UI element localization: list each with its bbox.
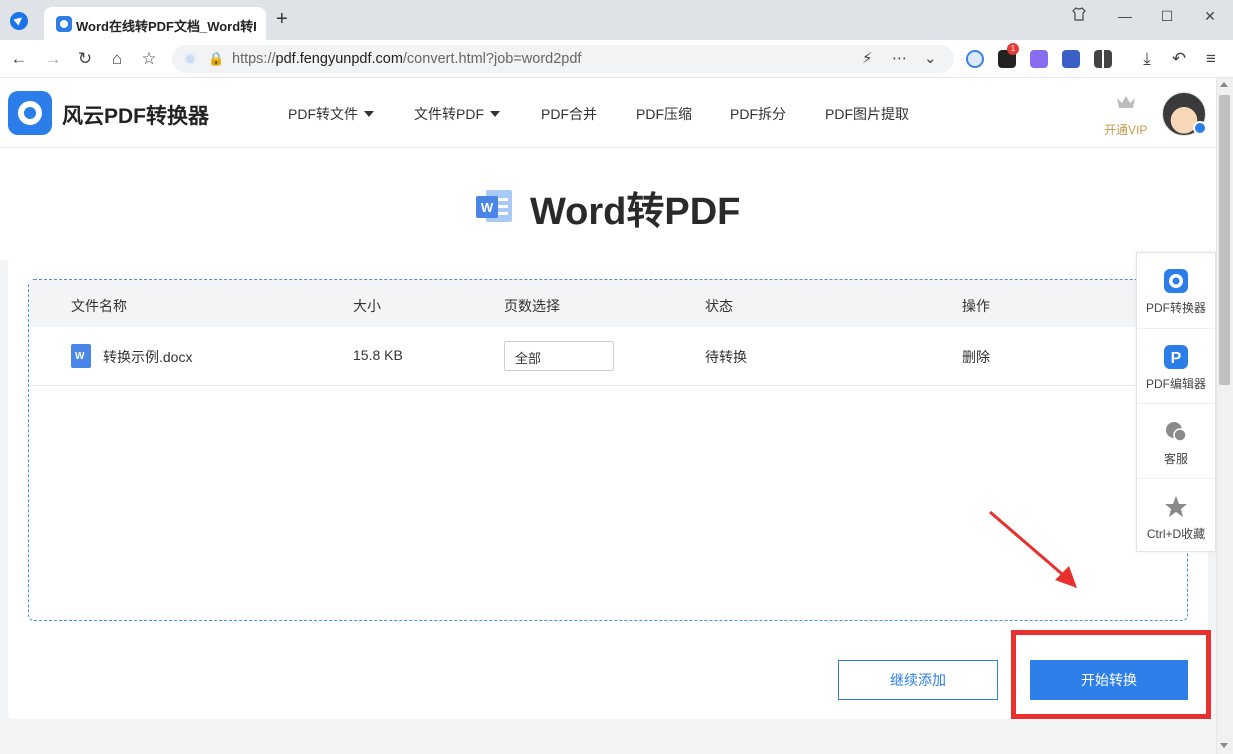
converter-icon [1164, 269, 1188, 293]
side-item-label: Ctrl+D收藏 [1146, 527, 1206, 541]
nav-pdf-split[interactable]: PDF拆分 [730, 104, 786, 124]
back-arrow-icon[interactable]: ← [8, 48, 30, 70]
download-icon[interactable]: ⤓ [1136, 48, 1158, 70]
apps-grid-icon[interactable] [1094, 50, 1112, 68]
nav-pdf-compress[interactable]: PDF压缩 [636, 104, 692, 124]
forward-arrow-icon[interactable]: → [42, 48, 64, 70]
undo-icon[interactable]: ↶ [1168, 48, 1190, 70]
annotation-arrow [989, 510, 1077, 588]
file-status: 待转换 [705, 349, 747, 365]
more-dots-icon[interactable]: ⋯ [892, 49, 907, 67]
side-item-customer-service[interactable]: 客服 [1137, 403, 1215, 478]
logo-text[interactable]: 风云PDF转换器 [62, 100, 209, 130]
scroll-down-arrow-icon[interactable] [1220, 743, 1228, 748]
lightning-icon[interactable]: ⚡ [862, 49, 873, 67]
nav-file-to-pdf[interactable]: 文件转PDF [414, 104, 500, 124]
column-header-status: 状态 [705, 298, 733, 314]
side-item-bookmark[interactable]: Ctrl+D收藏 [1137, 478, 1215, 553]
extension-minus-icon[interactable] [966, 50, 984, 68]
side-panel: PDF转换器 P PDF编辑器 客服 Ctrl+D收藏 [1136, 252, 1216, 552]
continue-add-button[interactable]: 继续添加 [838, 660, 998, 700]
bookmark-star-icon[interactable]: ☆ [138, 48, 160, 70]
caret-down-icon [490, 111, 500, 117]
minimize-icon[interactable]: — [1113, 6, 1137, 26]
chevron-down-icon[interactable]: ⌄ [924, 49, 937, 67]
nav-pdf-merge[interactable]: PDF合并 [541, 104, 597, 124]
extension-a-icon[interactable] [1062, 50, 1080, 68]
extension-badge: 1 [1007, 43, 1019, 55]
address-bar[interactable]: 🔒 https://pdf.fengyunpdf.com/convert.htm… [172, 45, 954, 73]
file-name: 转换示例.docx [103, 349, 193, 365]
maximize-icon[interactable]: ☐ [1155, 6, 1179, 26]
browser-logo-icon[interactable] [10, 12, 28, 30]
side-item-label: 客服 [1163, 452, 1188, 466]
extension-purple-icon[interactable] [1030, 50, 1048, 68]
crown-icon[interactable] [1116, 94, 1136, 110]
site-header: 风云PDF转换器 PDF转文件 文件转PDF PDF合并 PDF压缩 PDF拆分… [0, 78, 1216, 148]
home-icon[interactable]: ⌂ [106, 48, 128, 70]
vip-link[interactable]: 开通VIP [1104, 121, 1147, 138]
column-header-filename: 文件名称 [71, 298, 127, 314]
page-title: Word转PDF [530, 191, 741, 233]
page-range-select[interactable]: 全部 [504, 341, 614, 371]
lock-icon: 🔒 [208, 51, 225, 66]
caret-down-icon [364, 111, 374, 117]
word-file-icon: W [476, 190, 512, 222]
url-text: https://pdf.fengyunpdf.com/convert.html?… [232, 51, 582, 67]
browser-tab[interactable]: Word在线转PDF文档_Word转PDF [44, 7, 266, 40]
docx-file-icon [71, 344, 91, 368]
column-header-size: 大小 [353, 298, 381, 314]
scroll-up-arrow-icon[interactable] [1220, 82, 1228, 87]
delete-link[interactable]: 删除 [962, 347, 990, 367]
table-header [29, 280, 1187, 327]
chat-icon [1164, 420, 1188, 444]
annotation-highlight-box [1011, 630, 1211, 719]
shield-icon [184, 53, 196, 65]
side-item-label: PDF编辑器 [1145, 377, 1206, 391]
scrollbar-thumb[interactable] [1219, 95, 1230, 385]
svg-text:P: P [1171, 350, 1182, 367]
tab-favicon-icon [56, 16, 72, 32]
menu-icon[interactable]: ≡ [1200, 48, 1222, 70]
star-icon [1164, 495, 1188, 519]
column-header-pages: 页数选择 [504, 298, 560, 314]
new-tab-plus-icon[interactable]: + [276, 9, 288, 29]
svg-text:W: W [481, 200, 494, 215]
editor-icon: P [1164, 345, 1188, 369]
side-item-label: PDF转换器 [1145, 301, 1206, 315]
side-item-pdf-editor[interactable]: P PDF编辑器 [1137, 328, 1215, 403]
logo-icon[interactable] [8, 91, 52, 135]
close-icon[interactable]: ✕ [1198, 6, 1222, 26]
reload-icon[interactable]: ↻ [74, 48, 96, 70]
nav-pdf-to-file[interactable]: PDF转文件 [288, 104, 374, 124]
browser-toolbar: ← → ↻ ⌂ ☆ 🔒 https://pdf.fengyunpdf.com/c… [0, 40, 1233, 78]
skin-icon[interactable] [1067, 6, 1091, 26]
tab-title: Word在线转PDF文档_Word转PDF [76, 19, 256, 34]
nav-pdf-image-extract[interactable]: PDF图片提取 [825, 104, 909, 124]
file-size: 15.8 KB [353, 347, 403, 363]
avatar-badge-icon [1193, 121, 1207, 135]
side-item-pdf-converter[interactable]: PDF转换器 [1137, 253, 1215, 328]
browser-tab-bar: Word在线转PDF文档_Word转PDF + — ☐ ✕ [0, 0, 1233, 40]
column-header-action: 操作 [962, 298, 990, 314]
